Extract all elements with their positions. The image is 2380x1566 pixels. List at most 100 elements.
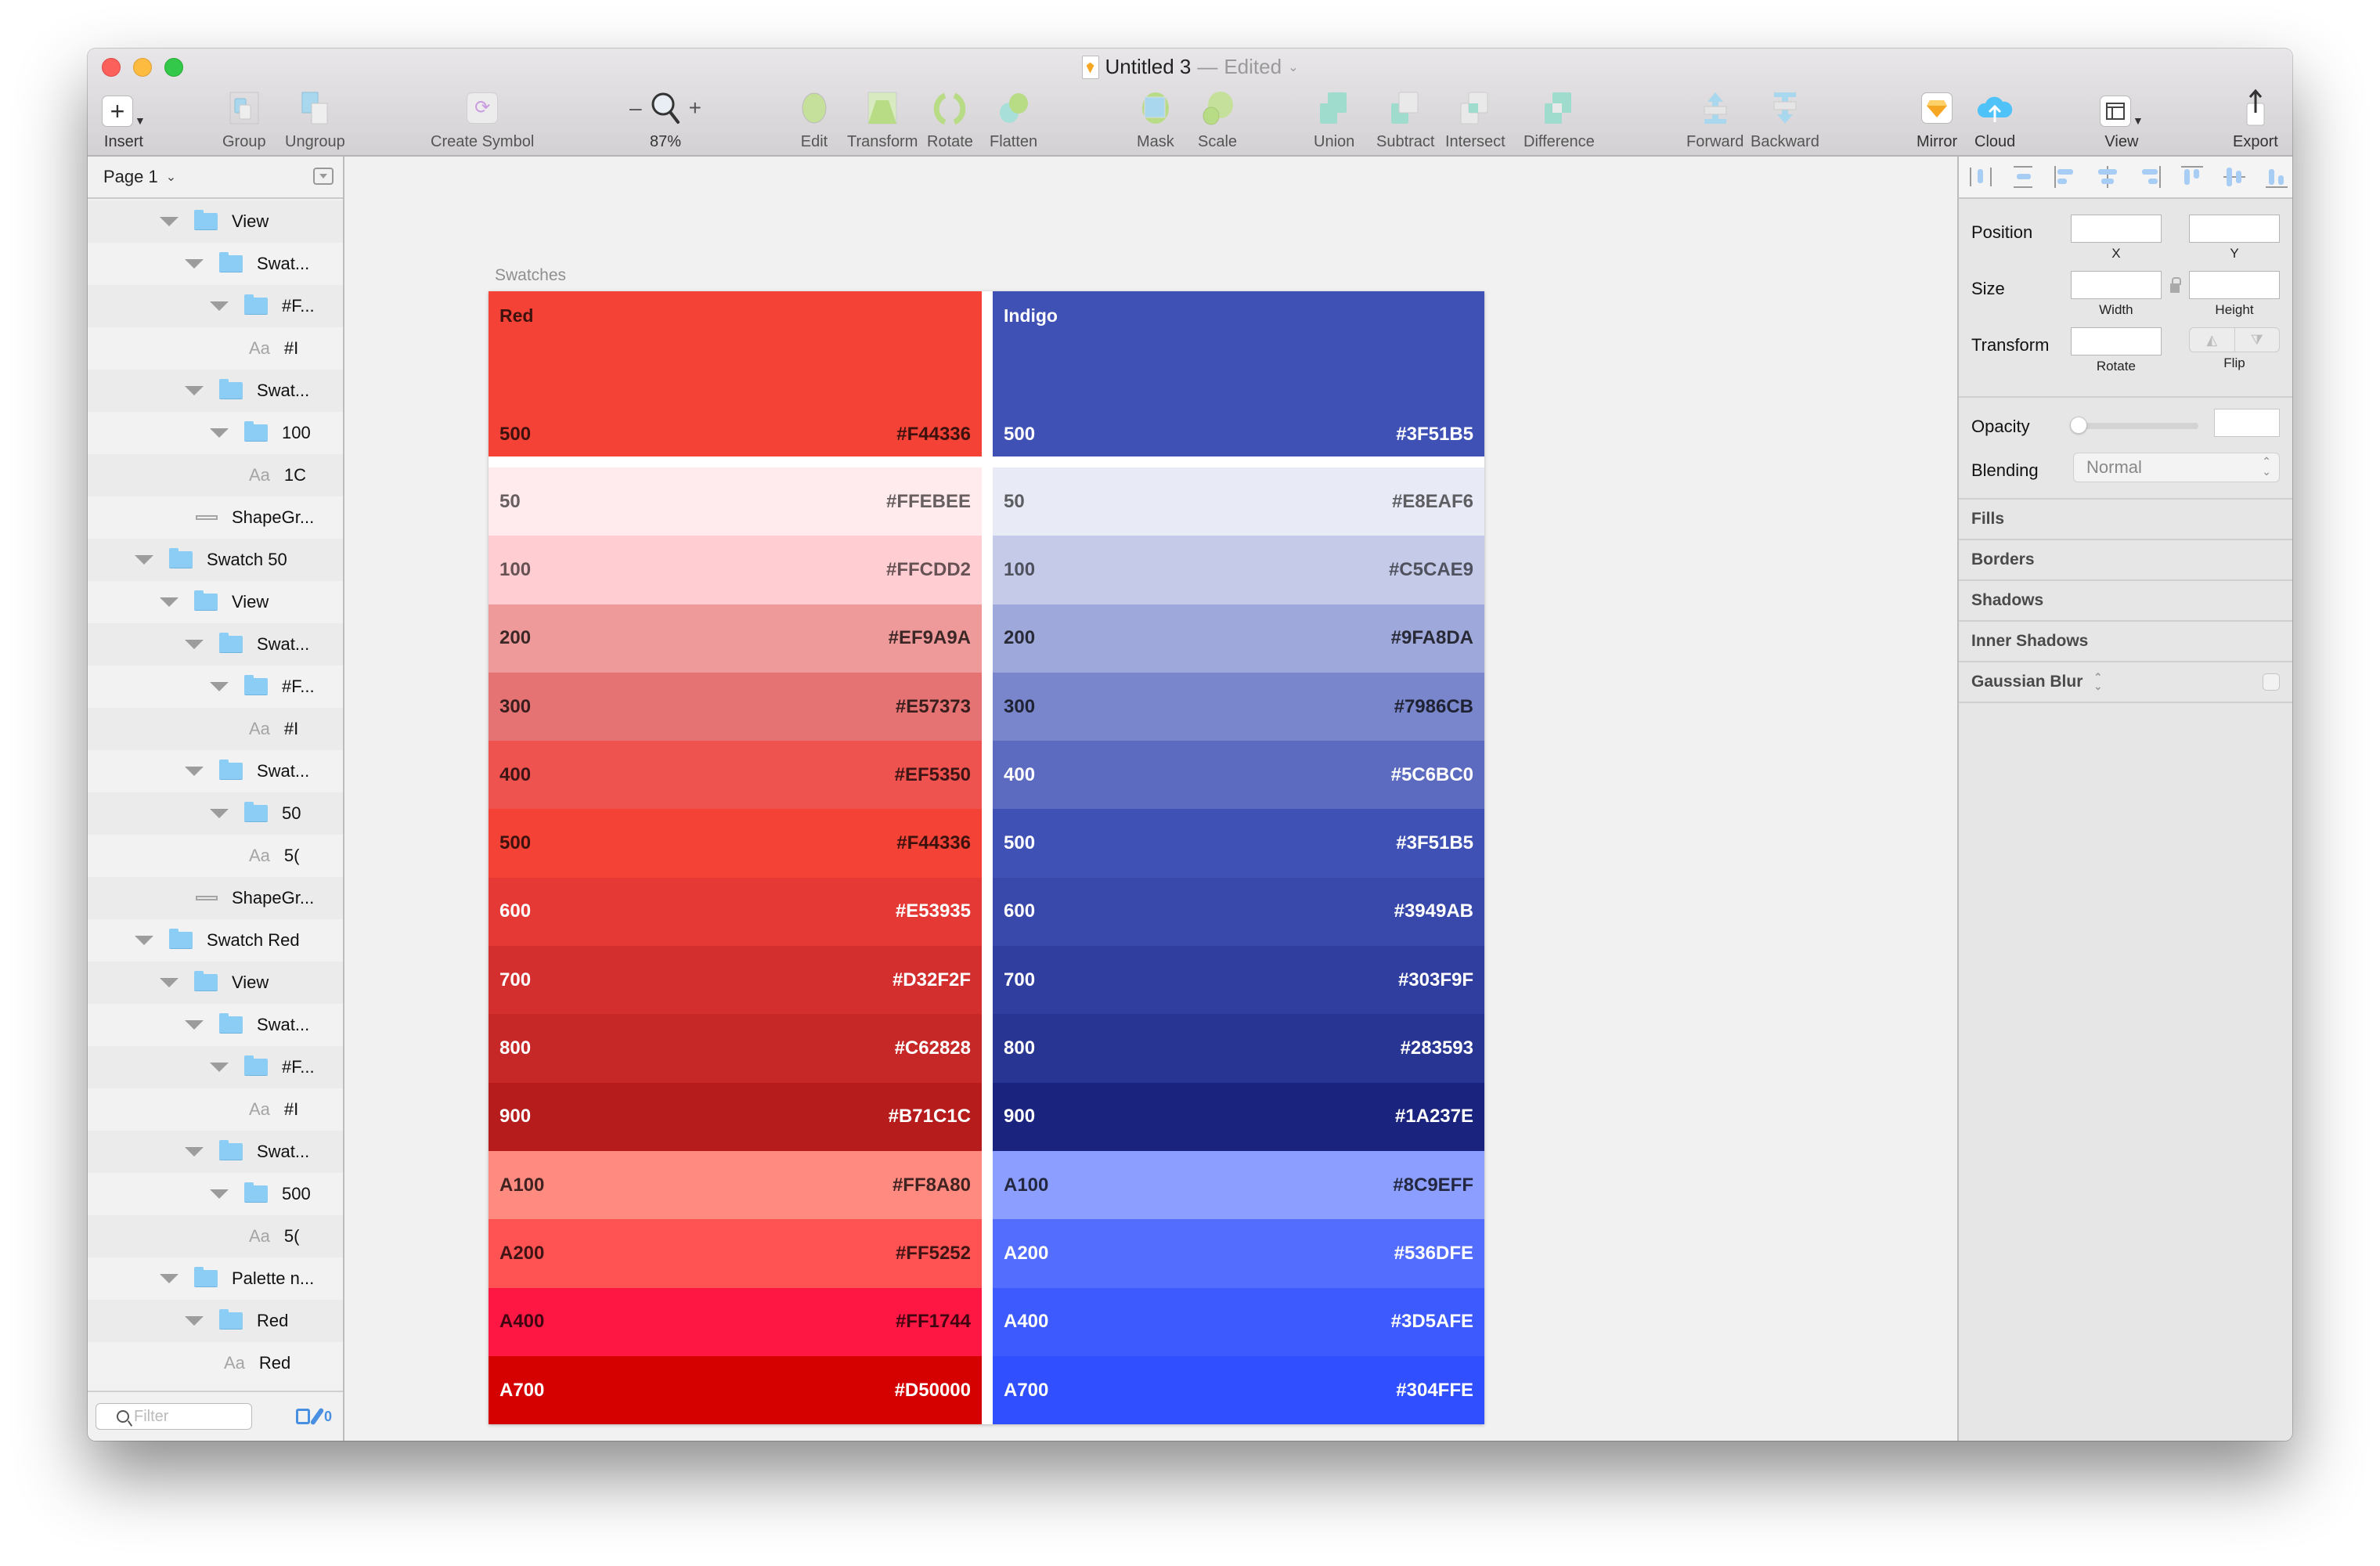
layer-row[interactable]: Aa #I (88, 327, 343, 370)
intersect-button[interactable]: Intersect (1445, 89, 1506, 151)
flip-horizontal-icon[interactable]: ◭ (2190, 328, 2235, 352)
disclosure-triangle-icon[interactable] (210, 301, 229, 311)
swatch-row[interactable]: 800 #283593 (993, 1014, 1484, 1083)
disclosure-triangle-icon[interactable] (185, 640, 204, 649)
swatch-row[interactable]: 600 #3949AB (993, 877, 1484, 947)
layer-row[interactable]: 100 (88, 412, 343, 454)
create-symbol-button[interactable]: ⟳ Create Symbol (431, 89, 534, 151)
filter-input[interactable]: Filter (96, 1403, 252, 1430)
swatch-row[interactable]: 700 #D32F2F (489, 946, 982, 1015)
layer-row[interactable]: Swatch Red (88, 919, 343, 962)
group-button[interactable]: Group (222, 89, 266, 151)
layer-row[interactable]: View (88, 200, 343, 243)
layer-row[interactable]: Swat... (88, 623, 343, 666)
shadows-section[interactable]: Shadows (1959, 581, 2292, 622)
layer-row[interactable]: Swat... (88, 750, 343, 792)
union-button[interactable]: Union (1314, 89, 1354, 151)
blending-select[interactable]: Normal ⌃ ⌄ (2073, 453, 2280, 482)
swatch-row[interactable]: 300 #7986CB (993, 672, 1484, 742)
swatch-row[interactable]: A700 #304FFE (993, 1355, 1484, 1425)
export-button[interactable]: Export (2233, 89, 2278, 151)
swatch-row[interactable]: 200 #EF9A9A (489, 604, 982, 673)
layer-list[interactable]: View Swat... #F... Aa #I Swat... 100 Aa 1C ShapeG… (88, 200, 343, 1391)
layer-row[interactable]: Palette n... (88, 1257, 343, 1300)
distribute-vertical-icon[interactable] (2012, 166, 2034, 188)
swatch-row[interactable]: A700 #D50000 (489, 1355, 982, 1425)
flip-vertical-icon[interactable]: ⧩ (2235, 328, 2280, 352)
palette-header[interactable]: Indigo 500 #3F51B5 (993, 291, 1484, 456)
backward-button[interactable]: Backward (1751, 89, 1819, 151)
y-input[interactable] (2189, 215, 2280, 243)
window-title[interactable]: Untitled 3 — Edited ⌄ (88, 55, 2292, 79)
layer-row[interactable]: Aa #I (88, 708, 343, 750)
artboard-title[interactable]: Swatches (495, 266, 566, 285)
swatch-row[interactable]: 500 #3F51B5 (993, 809, 1484, 878)
up-down-chevron-icon[interactable]: ⌃ ⌄ (2093, 672, 2102, 691)
x-input[interactable] (2070, 215, 2162, 243)
subtract-button[interactable]: Subtract (1376, 89, 1434, 151)
disclosure-triangle-icon[interactable] (210, 428, 229, 438)
layer-row[interactable]: #F... (88, 1046, 343, 1088)
flatten-button[interactable]: Flatten (990, 89, 1037, 151)
swatch-row[interactable]: A400 #FF1744 (489, 1287, 982, 1356)
distribute-horizontal-icon[interactable] (1970, 166, 1992, 188)
swatch-row[interactable]: 600 #E53935 (489, 877, 982, 947)
scale-button[interactable]: Scale (1198, 89, 1237, 151)
disclosure-triangle-icon[interactable] (210, 1189, 229, 1199)
align-right-icon[interactable] (2139, 166, 2161, 188)
align-top-icon[interactable] (2181, 166, 2203, 188)
view-button[interactable]: ▼ View (2100, 89, 2144, 151)
disclosure-triangle-icon[interactable] (135, 555, 153, 565)
layer-row[interactable]: Aa 5( (88, 835, 343, 877)
swatch-row[interactable]: A100 #FF8A80 (489, 1150, 982, 1220)
opacity-slider-knob[interactable] (2070, 417, 2087, 434)
gaussian-blur-checkbox[interactable] (2263, 673, 2280, 691)
disclosure-triangle-icon[interactable] (160, 1274, 178, 1283)
layer-row[interactable]: #F... (88, 285, 343, 327)
palette-indigo[interactable]: Indigo 500 #3F51B5 50 #E8EAF6 100 #C5CAE9 200 #9… (993, 291, 1484, 1425)
forward-button[interactable]: Forward (1686, 89, 1744, 151)
zoom-in-button[interactable]: + (689, 96, 701, 121)
layer-row[interactable]: Swat... (88, 1004, 343, 1046)
swatch-row[interactable]: 700 #303F9F (993, 946, 1484, 1015)
layer-row[interactable]: 500 (88, 1173, 343, 1215)
opacity-slider[interactable] (2070, 417, 2198, 434)
layer-row[interactable]: #F... (88, 666, 343, 708)
disclosure-triangle-icon[interactable] (185, 767, 204, 776)
swatch-row[interactable]: A400 #3D5AFE (993, 1287, 1484, 1356)
layer-row[interactable]: View (88, 581, 343, 623)
swatch-row[interactable]: A200 #FF5252 (489, 1219, 982, 1288)
lock-icon[interactable] (2162, 271, 2189, 293)
layer-row[interactable]: Swat... (88, 243, 343, 285)
mirror-button[interactable]: Mirror (1917, 89, 1957, 151)
swatch-row[interactable]: 500 #F44336 (489, 809, 982, 878)
rotate-button[interactable]: Rotate (927, 89, 973, 151)
gaussian-blur-section[interactable]: Gaussian Blur ⌃ ⌄ (1959, 662, 2292, 703)
swatch-row[interactable]: 400 #EF5350 (489, 741, 982, 810)
align-middle-vertical-icon[interactable] (2223, 166, 2245, 188)
rotate-input[interactable] (2070, 327, 2162, 355)
edit-button[interactable]: Edit (799, 89, 830, 151)
insert-button[interactable]: + ▼ Insert (102, 89, 146, 151)
inner-shadows-section[interactable]: Inner Shadows (1959, 622, 2292, 662)
symbols-filter-icon[interactable] (295, 1409, 310, 1424)
align-left-icon[interactable] (2054, 166, 2076, 188)
swatch-row[interactable]: 800 #C62828 (489, 1014, 982, 1083)
disclosure-triangle-icon[interactable] (210, 809, 229, 818)
swatch-row[interactable]: 100 #FFCDD2 (489, 536, 982, 604)
align-center-horizontal-icon[interactable] (2097, 166, 2119, 188)
disclosure-triangle-icon[interactable] (135, 936, 153, 945)
cloud-button[interactable]: Cloud (1974, 89, 2015, 151)
swatch-row[interactable]: 50 #FFEBEE (489, 467, 982, 536)
palette-red[interactable]: Red 500 #F44336 50 #FFEBEE 100 #FFCDD2 200 #EF9A… (489, 291, 982, 1425)
layer-row[interactable]: Aa 5( (88, 1215, 343, 1257)
layer-row[interactable]: Swat... (88, 1131, 343, 1173)
layer-row[interactable]: Aa 1C (88, 454, 343, 496)
layer-row[interactable]: ShapeGr... (88, 496, 343, 539)
borders-section[interactable]: Borders (1959, 540, 2292, 581)
disclosure-triangle-icon[interactable] (185, 386, 204, 395)
swatch-row[interactable]: 300 #E57373 (489, 672, 982, 742)
disclosure-triangle-icon[interactable] (210, 682, 229, 691)
swatch-row[interactable]: 900 #1A237E (993, 1082, 1484, 1151)
swatch-row[interactable]: 400 #5C6BC0 (993, 741, 1484, 810)
